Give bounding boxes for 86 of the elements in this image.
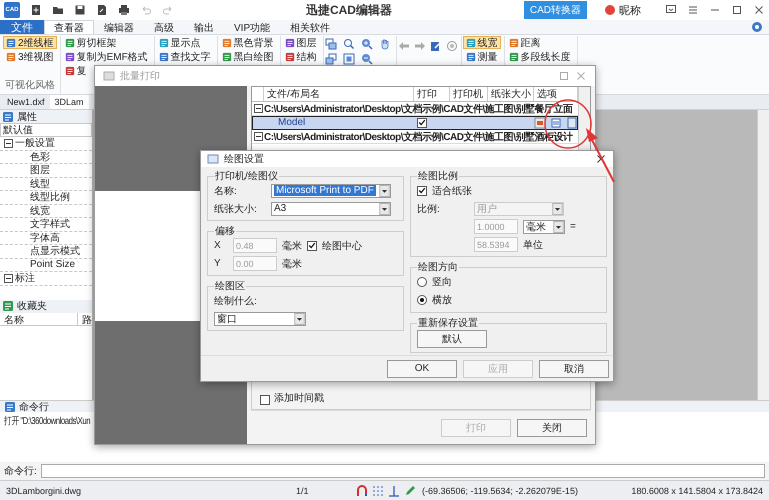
dialog-button[interactable]: 关闭 bbox=[517, 418, 587, 436]
dimensions: 180.6008 x 141.5804 x 173.8424 bbox=[631, 486, 763, 496]
field-label: 比例: bbox=[417, 202, 441, 216]
group-title: 偏移 bbox=[214, 225, 236, 238]
ribbon-button[interactable]: 测量 bbox=[462, 50, 501, 63]
tree-item[interactable]: 线宽 bbox=[30, 204, 50, 218]
ribbon-tab[interactable]: 查看器 bbox=[44, 20, 94, 34]
tree-item[interactable]: 点显示模式 bbox=[30, 244, 80, 258]
command-prompt: 命令行: bbox=[4, 465, 37, 478]
field-label: 适合纸张 bbox=[432, 184, 472, 198]
ribbon-tab[interactable]: 输出 bbox=[184, 20, 224, 34]
field-label: 纸张大小: bbox=[214, 202, 258, 216]
document-tab[interactable]: 3DLam bbox=[50, 95, 89, 109]
ribbon-button[interactable]: 查找文字 bbox=[156, 50, 214, 63]
tree-item[interactable]: 图层 bbox=[30, 163, 50, 178]
ribbon-button[interactable]: 线宽 bbox=[462, 36, 501, 49]
field-label: 单位 bbox=[523, 238, 543, 252]
table-row[interactable]: Model bbox=[252, 116, 578, 130]
tree-item[interactable]: 文字样式 bbox=[30, 217, 70, 232]
panel-title: 属性 bbox=[17, 110, 37, 124]
ribbon-tab[interactable]: VIP功能 bbox=[224, 20, 280, 34]
ribbon-button[interactable]: 2维线框 bbox=[3, 36, 57, 49]
checkbox-label: 添加时间戳 bbox=[274, 392, 324, 405]
dialog-title: 绘图设置 bbox=[224, 152, 264, 166]
tree-item[interactable]: Point Size bbox=[30, 259, 76, 270]
group-title: 重新保存设置 bbox=[417, 316, 479, 330]
column-header[interactable]: 打印机 bbox=[450, 87, 488, 101]
ribbon-button[interactable]: 多段线长度 bbox=[506, 50, 574, 63]
column-header[interactable]: 纸张大小 bbox=[488, 87, 534, 101]
field-label: 竖向 bbox=[432, 276, 452, 288]
file-menu-button[interactable]: 文件 bbox=[0, 20, 44, 34]
ribbon-button[interactable]: 显示点 bbox=[156, 36, 204, 49]
group-title: 绘图方向 bbox=[417, 260, 459, 274]
ribbon-tab[interactable]: 相关软件 bbox=[280, 20, 340, 34]
column-header[interactable]: 路 bbox=[78, 312, 92, 324]
ribbon-button[interactable]: 距离 bbox=[506, 36, 544, 49]
ribbon-button[interactable]: 黑色背景 bbox=[218, 36, 277, 49]
command-output: 打开 "D:\360downloads\Xun bbox=[4, 414, 90, 428]
group-title: 绘图比例 bbox=[417, 170, 459, 183]
panel-title: 命令行 bbox=[19, 400, 49, 414]
field-label: Y bbox=[214, 258, 222, 269]
field-label: 绘图中心 bbox=[322, 240, 362, 252]
paper-size-dropdown[interactable]: A3 bbox=[271, 202, 391, 216]
tree-item[interactable]: 色彩 bbox=[30, 150, 50, 164]
field-label: 绘制什么: bbox=[214, 294, 257, 308]
field-label: X bbox=[214, 240, 222, 251]
ribbon-button[interactable]: 黑白绘图 bbox=[218, 50, 277, 63]
tree-item[interactable]: 线型 bbox=[30, 176, 50, 191]
column-header[interactable]: 打印 bbox=[414, 87, 450, 101]
ribbon-tab[interactable]: 编辑器 bbox=[94, 20, 144, 34]
tree-item[interactable]: 字体高 bbox=[30, 230, 60, 245]
ribbon-button[interactable]: 结构 bbox=[282, 50, 320, 63]
field-label: = bbox=[570, 221, 576, 232]
group-title: 绘图区 bbox=[214, 280, 246, 293]
panel-title: 收藏夹 bbox=[17, 300, 47, 313]
ribbon-button[interactable]: 图层 bbox=[282, 36, 320, 49]
field-label: 毫米 bbox=[282, 240, 302, 252]
layout-name: Model bbox=[277, 117, 306, 128]
tree-item[interactable]: 标注 bbox=[15, 271, 35, 286]
dialog-button[interactable]: OK bbox=[387, 360, 457, 378]
window-title: 迅捷CAD编辑器 bbox=[304, 2, 393, 18]
group-title: 打印机/绘图仪 bbox=[214, 170, 279, 183]
dialog-title: 批量打印 bbox=[120, 70, 160, 83]
column-header[interactable]: 文件/布局名 bbox=[264, 87, 414, 101]
ribbon-tab[interactable]: 高级 bbox=[144, 20, 184, 34]
printer-dropdown[interactable]: Microsoft Print to PDF bbox=[271, 184, 391, 198]
file-name: 3DLamborgini.dwg bbox=[6, 486, 82, 496]
dialog-button[interactable]: 取消 bbox=[539, 360, 609, 378]
tree-item[interactable]: 一般设置 bbox=[15, 136, 55, 150]
ribbon-button[interactable]: 复制为EMF格式 bbox=[62, 50, 151, 63]
ribbon-button[interactable]: 剪切框架 bbox=[62, 36, 120, 49]
default-button[interactable]: 默认 bbox=[417, 330, 487, 348]
ribbon-button[interactable]: 复 bbox=[62, 64, 90, 77]
group-label: 可视化风格 bbox=[4, 78, 56, 93]
plot-area-dropdown[interactable]: 窗口 bbox=[214, 312, 306, 326]
field-label: 毫米 bbox=[282, 258, 302, 270]
tree-item[interactable]: 线型比例 bbox=[30, 190, 70, 204]
field-label: 名称: bbox=[214, 184, 238, 198]
user-name[interactable]: 昵称 bbox=[619, 2, 641, 18]
ribbon-button[interactable]: 3维视图 bbox=[3, 50, 57, 63]
coordinates: (-69.36506; -119.5634; -2.262079E-15) bbox=[422, 486, 578, 496]
field-label: 横放 bbox=[432, 294, 452, 306]
column-header[interactable]: 名称 bbox=[0, 312, 78, 324]
properties-selector[interactable]: 默认值 bbox=[0, 123, 92, 137]
document-tab[interactable]: New1.dxf bbox=[2, 95, 50, 109]
page-indicator: 1/1 bbox=[296, 486, 310, 496]
